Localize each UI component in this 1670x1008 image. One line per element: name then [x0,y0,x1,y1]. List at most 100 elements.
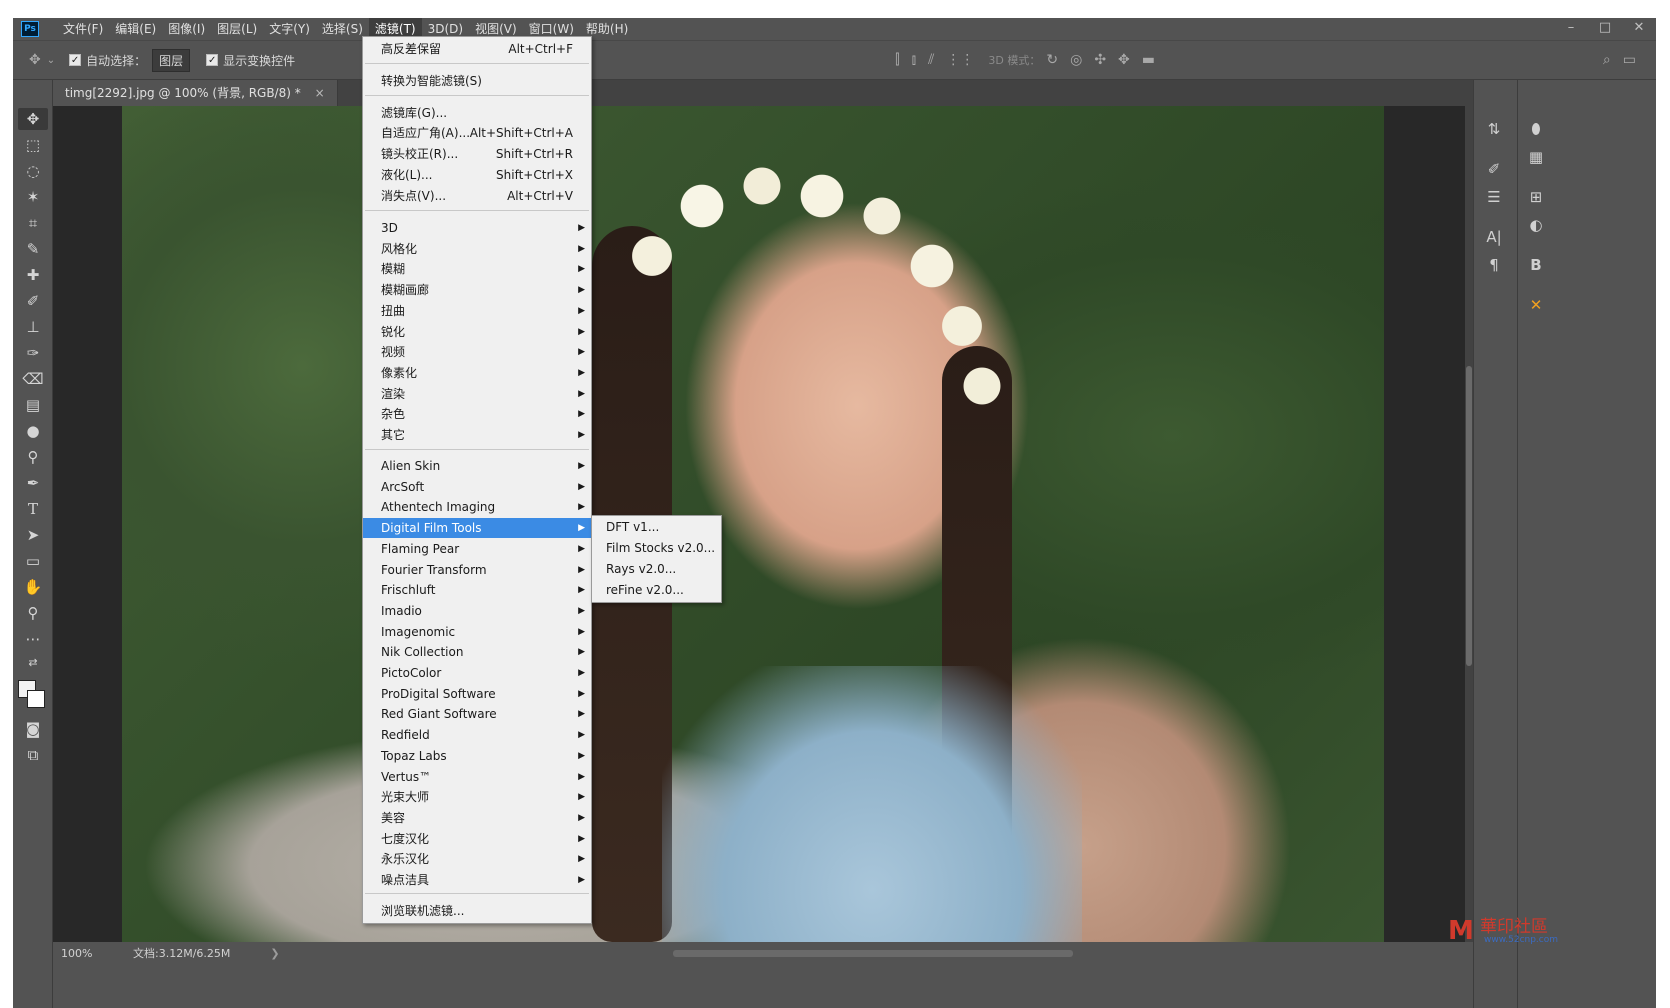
healing-brush-tool-icon[interactable]: ✚ [18,264,48,286]
more-tools-icon[interactable]: ⋯ [18,628,48,650]
submenu-item[interactable]: Rays v2.0... [592,559,721,579]
align-center-icon[interactable]: ⫾ [912,52,916,68]
gradient-tool-icon[interactable]: ▤ [18,394,48,416]
auto-select-checkbox[interactable]: ✓ [69,54,82,66]
menu-file[interactable]: 文件(F) [57,18,109,40]
lasso-tool-icon[interactable]: ◌ [18,160,48,182]
adjustments-panel-icon[interactable]: ⊞ [1522,186,1550,208]
menu-type[interactable]: 文字(Y) [263,18,316,40]
move-tool-icon[interactable]: ✥ [18,108,48,130]
vertical-scroll-thumb[interactable] [1466,366,1472,666]
rectangle-tool-icon[interactable]: ▭ [18,550,48,572]
workspace-icon[interactable]: ▭ [1623,52,1636,68]
magic-wand-tool-icon[interactable]: ✶ [18,186,48,208]
document-size-info[interactable]: 文档:3.12M/6.25M [133,945,230,961]
quick-mask-icon[interactable]: ◙ [18,718,48,740]
pen-tool-icon[interactable]: ✒ [18,472,48,494]
clone-stamp-tool-icon[interactable]: ⊥ [18,316,48,338]
filter-submenu-item[interactable]: 3D ▶ [363,218,591,238]
canvas-area[interactable] [53,106,1465,942]
filter-submenu-item[interactable]: Alien Skin ▶ [363,456,591,476]
zoom-tool-icon[interactable]: ⚲ [18,602,48,624]
paragraph-panel-icon[interactable]: ¶ [1480,254,1508,276]
eyedropper-tool-icon[interactable]: ✎ [18,238,48,260]
submenu-item[interactable]: reFine v2.0... [592,580,721,600]
submenu-item[interactable]: Film Stocks v2.0... [592,538,721,558]
filter-submenu-item[interactable]: Flaming Pear ▶ [363,539,591,559]
minimize-button[interactable]: – [1554,18,1588,40]
submenu-item[interactable]: DFT v1... [592,517,721,537]
filter-submenu-item[interactable]: 七度汉化 ▶ [363,829,591,849]
auto-select-option[interactable]: ✓ 自动选择： [69,52,146,69]
crop-tool-icon[interactable]: ⌗ [18,212,48,234]
path-selection-tool-icon[interactable]: ➤ [18,524,48,546]
b-panel-icon[interactable]: B [1522,254,1550,276]
filter-submenu-item[interactable]: Fourier Transform ▶ [363,560,591,580]
menu-image[interactable]: 图像(I) [162,18,211,40]
type-tool-icon[interactable]: T [18,498,48,520]
filter-menu-item[interactable]: 消失点(V)... Alt+Ctrl+V [363,186,591,206]
filter-menu-item[interactable]: 高反差保留 Alt+Ctrl+F [363,39,591,59]
maximize-button[interactable]: □ [1588,18,1622,40]
filter-submenu-item[interactable]: Topaz Labs ▶ [363,746,591,766]
filter-submenu-item[interactable]: Digital Film Tools ▶ [363,518,591,539]
filter-menu-item[interactable]: 液化(L)... Shift+Ctrl+X [363,165,591,185]
tool-preset-dropdown-icon[interactable]: ⌄ [47,55,55,66]
3d-panel-icon[interactable]: ⬮ [1522,118,1550,140]
grid-panel-icon[interactable]: ▦ [1522,146,1550,168]
video-camera-icon[interactable]: ▬ [1142,52,1155,68]
slide-3d-icon[interactable]: ✥ [1118,52,1130,68]
menu-edit[interactable]: 编辑(E) [109,18,162,40]
filter-submenu-item[interactable]: 光束大师 ▶ [363,787,591,807]
screen-mode-icon[interactable]: ⧉ [18,744,48,766]
filter-submenu-item[interactable]: ArcSoft ▶ [363,477,591,497]
close-tab-icon[interactable]: × [315,86,325,100]
document-tab[interactable]: timg[2292].jpg @ 100% (背景, RGB/8) * × [53,80,338,106]
menu-layer[interactable]: 图层(L) [211,18,263,40]
show-transform-option[interactable]: ✓ 显示变换控件 [206,52,295,69]
filter-submenu-item[interactable]: 模糊 ▶ [363,259,591,279]
auto-select-target-select[interactable]: 图层 [152,48,191,72]
brush-tool-icon[interactable]: ✐ [18,290,48,312]
filter-submenu-item[interactable]: 永乐汉化 ▶ [363,849,591,869]
drag-3d-icon[interactable]: ✣ [1094,52,1106,68]
filter-submenu-item[interactable]: Frischluft ▶ [363,580,591,600]
filter-menu-item[interactable]: 转换为智能滤镜(S) [363,71,591,91]
filter-submenu-item[interactable]: 杂色 ▶ [363,404,591,424]
dodge-tool-icon[interactable]: ⚲ [18,446,48,468]
background-color-swatch[interactable] [27,690,45,708]
filter-submenu-item[interactable]: 噪点洁具 ▶ [363,870,591,890]
properties-panel-icon[interactable]: ☰ [1480,186,1508,208]
move-tool-icon[interactable]: ✥ [29,52,41,68]
blur-tool-icon[interactable]: ● [18,420,48,442]
vertical-scrollbar[interactable] [1465,106,1473,942]
filter-submenu-item[interactable]: PictoColor ▶ [363,663,591,683]
filter-submenu-item[interactable]: 像素化 ▶ [363,363,591,383]
roll-3d-icon[interactable]: ◎ [1070,52,1082,68]
filter-submenu-item[interactable]: Imadio ▶ [363,601,591,621]
plugin-panel-icon[interactable]: ✕ [1522,294,1550,316]
filter-submenu-item[interactable]: 锐化 ▶ [363,322,591,342]
filter-submenu-item[interactable]: 风格化 ▶ [363,239,591,259]
filter-menu-item[interactable]: 自适应广角(A)... Alt+Shift+Ctrl+A [363,123,591,143]
filter-submenu-item[interactable]: Red Giant Software ▶ [363,704,591,724]
horizontal-scroll-thumb[interactable] [673,950,1073,957]
search-icon[interactable]: ⌕ [1603,52,1611,68]
eraser-tool-icon[interactable]: ⌫ [18,368,48,390]
zoom-level[interactable]: 100% [53,947,113,960]
align-left-icon[interactable]: ⫿ [895,52,899,68]
color-circle-icon[interactable]: ◐ [1522,214,1550,236]
filter-submenu-item[interactable]: Vertus™ ▶ [363,767,591,787]
filter-submenu-item[interactable]: ProDigital Software ▶ [363,684,591,704]
document-photo[interactable] [122,106,1384,942]
swap-colors-icon[interactable]: ⇄ [18,652,48,674]
filter-submenu-item[interactable]: Redfield ▶ [363,725,591,745]
brush-panel-icon[interactable]: ✐ [1480,158,1508,180]
marquee-tool-icon[interactable]: ⬚ [18,134,48,156]
show-transform-checkbox[interactable]: ✓ [206,54,219,66]
filter-submenu-item[interactable]: 渲染 ▶ [363,384,591,404]
menu-select[interactable]: 选择(S) [316,18,369,40]
character-panel-icon[interactable]: A| [1480,226,1508,248]
align-right-icon[interactable]: ⫽ [928,52,934,68]
filter-submenu-item[interactable]: Athentech Imaging ▶ [363,497,591,517]
